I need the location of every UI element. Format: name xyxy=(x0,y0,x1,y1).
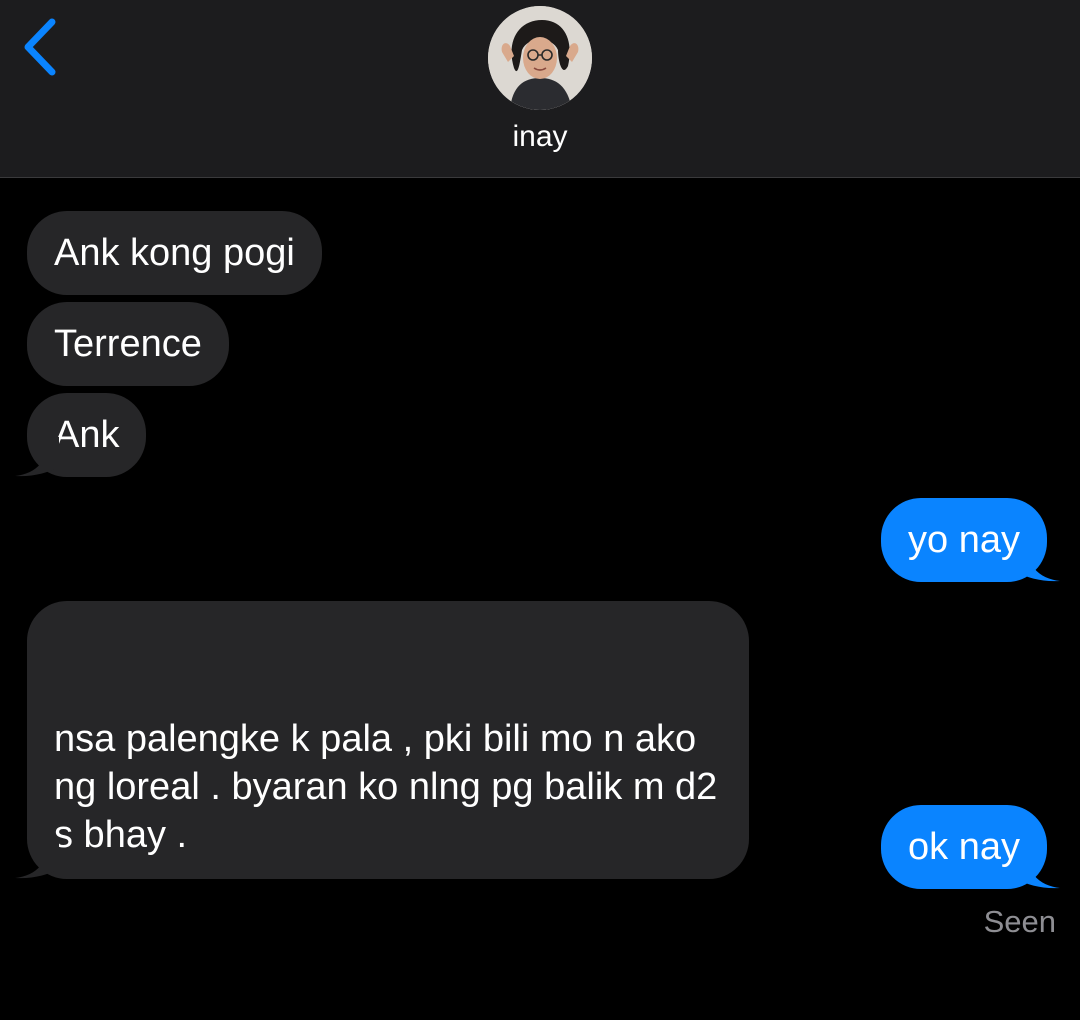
bubble-tail xyxy=(15,839,59,879)
avatar-photo xyxy=(488,6,592,110)
outgoing-message-bubble[interactable]: yo nay xyxy=(881,498,1060,582)
incoming-message-bubble[interactable]: nsa palengke k pala , pki bili mo n ako … xyxy=(15,601,750,879)
incoming-message-bubble[interactable]: Ank kong pogi xyxy=(27,211,322,295)
contact-avatar[interactable] xyxy=(488,6,592,110)
outgoing-message-bubble[interactable]: ok nay xyxy=(881,805,1060,889)
message-text: yo nay xyxy=(908,519,1020,561)
message-text: Terrence xyxy=(54,323,202,365)
message-text: nsa palengke k pala , pki bili mo n ako … xyxy=(54,718,718,856)
message-text: ok nay xyxy=(908,826,1020,868)
incoming-message-bubble[interactable]: Terrence xyxy=(27,302,229,386)
message-thread[interactable]: Ank kong pogi Terrence Ank yo nay nsa pa… xyxy=(0,178,1080,1020)
bubble-tail xyxy=(15,437,59,477)
bubble-tail xyxy=(1016,849,1060,889)
incoming-message-bubble[interactable]: Ank xyxy=(15,393,147,477)
message-text: Ank xyxy=(54,414,120,456)
back-button[interactable] xyxy=(14,14,70,80)
read-receipt: Seen xyxy=(983,904,1056,939)
chevron-left-icon xyxy=(24,18,56,76)
message-text: Ank kong pogi xyxy=(54,232,295,274)
contact-name[interactable]: inay xyxy=(0,120,1080,154)
bubble-tail xyxy=(1016,542,1060,582)
conversation-header: inay xyxy=(0,0,1080,178)
